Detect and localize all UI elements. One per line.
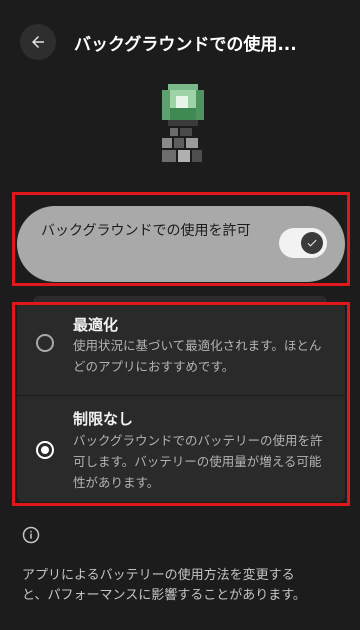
page-title: バックグラウンドでの使用... [74, 35, 297, 55]
arrow-left-icon [32, 36, 44, 48]
highlight-box-toggle [12, 192, 350, 286]
app-icon [162, 84, 204, 162]
top-app-bar: バックグラウンドでの使用... [0, 0, 360, 86]
back-button[interactable] [20, 24, 56, 60]
info-icon [22, 526, 40, 544]
footer-info-text: アプリによるバッテリーの使用方法を変更すると、パフォーマンスに影響することがあり… [22, 568, 306, 603]
highlight-box-options [12, 302, 350, 506]
